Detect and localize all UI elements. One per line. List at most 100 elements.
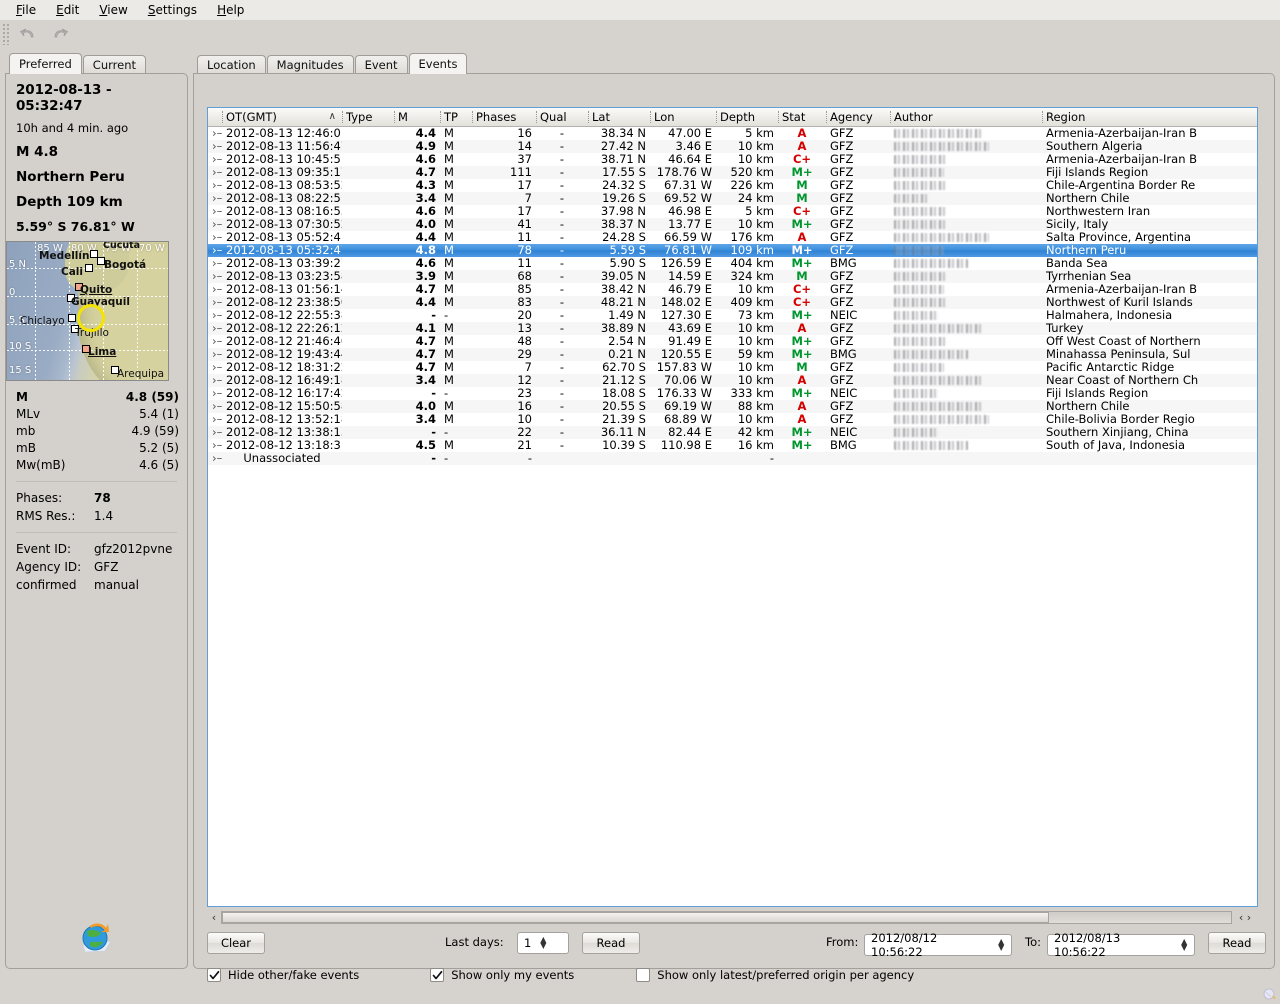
menu-file[interactable]: File: [6, 1, 46, 19]
to-datetime-field[interactable]: 2012/08/13 10:56:22 ▲▼: [1047, 934, 1195, 956]
column-header-phases[interactable]: Phases: [472, 108, 536, 126]
row-expander-icon[interactable]: ›–: [208, 452, 222, 465]
column-header-qual[interactable]: Qual: [536, 108, 588, 126]
tab-location[interactable]: Location: [197, 55, 266, 74]
menu-view[interactable]: View: [89, 1, 137, 19]
table-row[interactable]: ›–2012-08-12 21:46:404.7M48-2.54 N91.49 …: [208, 335, 1257, 348]
table-row[interactable]: ›–2012-08-13 10:45:514.6M37-38.71 N46.64…: [208, 153, 1257, 166]
from-spinner-updown-icon[interactable]: ▲▼: [995, 939, 1007, 951]
table-row[interactable]: ›–Unassociated----: [208, 452, 1257, 465]
table-row[interactable]: ›–2012-08-12 16:17:42--23-18.08 S176.33 …: [208, 387, 1257, 400]
row-expander-icon[interactable]: ›–: [208, 126, 222, 140]
row-expander-icon[interactable]: ›–: [208, 309, 222, 322]
row-expander-icon[interactable]: ›–: [208, 387, 222, 400]
tab-preferred[interactable]: Preferred: [9, 53, 82, 74]
table-row[interactable]: ›–2012-08-13 03:23:583.9M68-39.05 N14.59…: [208, 270, 1257, 283]
menu-edit[interactable]: Edit: [46, 1, 89, 19]
column-header-region[interactable]: Region: [1042, 108, 1257, 126]
scroll-right-arrows-icon[interactable]: ‹ ›: [1232, 910, 1258, 925]
table-row[interactable]: ›–2012-08-12 13:18:314.5M21-10.39 S110.9…: [208, 439, 1257, 452]
table-row[interactable]: ›–2012-08-13 03:39:274.6M11-5.90 S126.59…: [208, 257, 1257, 270]
row-expander-icon[interactable]: ›–: [208, 166, 222, 179]
table-row[interactable]: ›–2012-08-13 08:16:534.6M17-37.98 N46.98…: [208, 205, 1257, 218]
redo-button[interactable]: [46, 22, 74, 46]
table-row[interactable]: ›–2012-08-13 05:52:414.4M11-24.28 S66.59…: [208, 231, 1257, 244]
checkbox-unchecked-icon[interactable]: [636, 968, 650, 982]
last-days-spinner[interactable]: 1 ▲▼: [517, 932, 569, 954]
table-row[interactable]: ›–2012-08-13 05:32:474.8M78-5.59 S76.81 …: [208, 244, 1257, 257]
row-expander-icon[interactable]: ›–: [208, 361, 222, 374]
row-expander-icon[interactable]: ›–: [208, 439, 222, 452]
to-spinner-updown-icon[interactable]: ▲▼: [1178, 939, 1190, 951]
row-expander-icon[interactable]: ›–: [208, 205, 222, 218]
row-expander-icon[interactable]: ›–: [208, 140, 222, 153]
row-expander-icon[interactable]: ›–: [208, 322, 222, 335]
row-expander-icon[interactable]: ›–: [208, 335, 222, 348]
table-row[interactable]: ›–2012-08-12 23:38:504.4M83-48.21 N148.0…: [208, 296, 1257, 309]
row-expander-icon[interactable]: ›–: [208, 231, 222, 244]
table-row[interactable]: ›–2012-08-13 07:30:524.0M41-38.37 N13.77…: [208, 218, 1257, 231]
menu-settings[interactable]: Settings: [138, 1, 207, 19]
column-header-author[interactable]: Author: [890, 108, 1042, 126]
checkbox-hide-other-fake-events[interactable]: Hide other/fake events: [207, 968, 359, 982]
table-row[interactable]: ›–2012-08-13 08:53:524.3M17-24.32 S67.31…: [208, 179, 1257, 192]
toolbar-grip[interactable]: [2, 23, 10, 45]
table-row[interactable]: ›–2012-08-12 15:50:584.0M16-20.55 S69.19…: [208, 400, 1257, 413]
scrollbar-track[interactable]: [221, 911, 1232, 924]
row-expander-icon[interactable]: ›–: [208, 179, 222, 192]
tab-event[interactable]: Event: [355, 55, 408, 74]
table-row[interactable]: ›–2012-08-13 08:22:513.4M7-19.26 S69.52 …: [208, 192, 1257, 205]
table-row[interactable]: ›–2012-08-12 22:26:124.1M13-38.89 N43.69…: [208, 322, 1257, 335]
scroll-left-arrow-icon[interactable]: ‹: [207, 910, 221, 925]
column-header-ot[interactable]: OT(GMT) ∧: [222, 108, 342, 126]
read-button-left[interactable]: Read: [582, 932, 640, 954]
tab-current[interactable]: Current: [83, 55, 146, 74]
spinner-updown-icon[interactable]: ▲▼: [537, 937, 549, 949]
menu-help[interactable]: Help: [207, 1, 254, 19]
events-table-container[interactable]: OT(GMT) ∧ Type M TP Phases Qual Lat Lon …: [207, 107, 1258, 907]
row-expander-icon[interactable]: ›–: [208, 270, 222, 283]
column-header-m[interactable]: M: [394, 108, 440, 126]
row-expander-icon[interactable]: ›–: [208, 218, 222, 231]
read-button-right[interactable]: Read: [1208, 932, 1266, 954]
table-row[interactable]: ›–2012-08-12 19:43:444.7M29-0.21 N120.55…: [208, 348, 1257, 361]
row-expander-icon[interactable]: ›–: [208, 153, 222, 166]
clear-button[interactable]: Clear: [207, 932, 265, 954]
row-expander-icon[interactable]: ›–: [208, 348, 222, 361]
globe-icon[interactable]: [75, 919, 119, 962]
row-expander-icon[interactable]: ›–: [208, 257, 222, 270]
checkbox-checked-icon[interactable]: [430, 968, 444, 982]
tab-magnitudes[interactable]: Magnitudes: [267, 55, 354, 74]
column-header-stat[interactable]: Stat: [778, 108, 826, 126]
table-row[interactable]: ›–2012-08-13 11:56:474.9M14-27.42 N3.46 …: [208, 140, 1257, 153]
row-expander-icon[interactable]: ›–: [208, 192, 222, 205]
from-datetime-field[interactable]: 2012/08/12 10:56:22 ▲▼: [864, 934, 1012, 956]
row-expander-icon[interactable]: ›–: [208, 413, 222, 426]
table-row[interactable]: ›–2012-08-12 13:52:183.4M10-21.39 S68.89…: [208, 413, 1257, 426]
table-row[interactable]: ›–2012-08-13 12:46:014.4M16-38.34 N47.00…: [208, 126, 1257, 140]
scrollbar-thumb[interactable]: [222, 912, 1049, 923]
column-header-lat[interactable]: Lat: [588, 108, 650, 126]
table-row[interactable]: ›–2012-08-12 13:38:13--22-36.11 N82.44 E…: [208, 426, 1257, 439]
row-expander-icon[interactable]: ›–: [208, 426, 222, 439]
column-header-tp[interactable]: TP: [440, 108, 472, 126]
event-map-thumbnail[interactable]: 5 N 0 5 S 10 S 15 S 85 W 80 W 75 W 70 W …: [6, 241, 169, 381]
column-header-lon[interactable]: Lon: [650, 108, 716, 126]
checkbox-show-only-latest-preferred-origin[interactable]: Show only latest/preferred origin per ag…: [636, 968, 914, 982]
window-resize-grip[interactable]: [1263, 988, 1277, 1002]
row-expander-icon[interactable]: ›–: [208, 283, 222, 296]
table-row[interactable]: ›–2012-08-13 01:56:144.7M85-38.42 N46.79…: [208, 283, 1257, 296]
tab-events[interactable]: Events: [409, 53, 468, 74]
table-row[interactable]: ›–2012-08-12 18:31:224.7M7-62.70 S157.83…: [208, 361, 1257, 374]
column-header-agency[interactable]: Agency: [826, 108, 890, 126]
row-expander-icon[interactable]: ›–: [208, 374, 222, 387]
table-row[interactable]: ›–2012-08-12 22:55:38--20-1.49 N127.30 E…: [208, 309, 1257, 322]
checkbox-show-only-my-events[interactable]: Show only my events: [430, 968, 574, 982]
column-header-depth[interactable]: Depth: [716, 108, 778, 126]
table-row[interactable]: ›–2012-08-12 16:49:183.4M12-21.12 S70.06…: [208, 374, 1257, 387]
row-expander-icon[interactable]: ›–: [208, 400, 222, 413]
undo-button[interactable]: [14, 22, 42, 46]
table-row[interactable]: ›–2012-08-13 09:35:174.7M111-17.55 S178.…: [208, 166, 1257, 179]
checkbox-checked-icon[interactable]: [207, 968, 221, 982]
events-horizontal-scrollbar[interactable]: ‹ ‹ ›: [207, 909, 1258, 925]
